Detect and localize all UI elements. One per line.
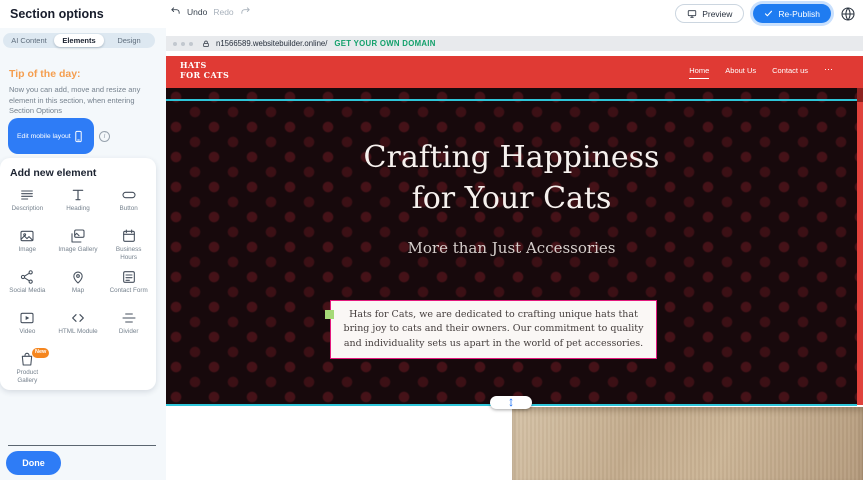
- divider-icon: [121, 310, 137, 326]
- resize-arrows-icon: [506, 397, 516, 408]
- image-icon: [19, 228, 35, 244]
- republish-button-label: Re-Publish: [778, 9, 820, 19]
- lock-icon: [197, 40, 210, 48]
- element-divider[interactable]: Divider: [103, 305, 154, 346]
- element-contact-form[interactable]: Contact Form: [103, 264, 154, 305]
- element-description[interactable]: Description: [2, 182, 53, 223]
- undo-label[interactable]: Undo: [187, 7, 207, 17]
- edit-mobile-layout-button[interactable]: Edit mobile layout: [8, 118, 94, 154]
- edit-mobile-layout-label: Edit mobile layout: [17, 133, 71, 140]
- window-dot-icon: [173, 42, 177, 46]
- new-badge: New: [32, 348, 49, 358]
- language-globe-icon[interactable]: [840, 6, 856, 22]
- site-header: HATS FOR CATS Home About Us Contact us ⋯: [166, 56, 863, 88]
- window-dot-icon: [181, 42, 185, 46]
- video-icon: [19, 310, 35, 326]
- map-pin-icon: [70, 269, 86, 285]
- monitor-icon: [687, 9, 697, 19]
- element-html-module[interactable]: HTML Module: [53, 305, 104, 346]
- nav-about-us[interactable]: About Us: [725, 66, 756, 78]
- tab-design[interactable]: Design: [104, 34, 154, 47]
- html-code-icon: [70, 310, 86, 326]
- add-new-element-panel: Add new element Description Heading Butt…: [0, 158, 156, 390]
- element-business-hours[interactable]: Business Hours: [103, 223, 154, 264]
- element-map[interactable]: Map: [53, 264, 104, 305]
- preview-button-label: Preview: [702, 9, 732, 19]
- phone-icon: [72, 130, 85, 143]
- hero-subtitle[interactable]: More than Just Accessories: [166, 239, 857, 257]
- element-social-media[interactable]: Social Media: [2, 264, 53, 305]
- nav-home[interactable]: Home: [689, 66, 709, 79]
- history-controls: Undo Redo: [170, 6, 251, 17]
- nav-more-icon[interactable]: ⋯: [824, 66, 833, 76]
- info-icon[interactable]: i: [99, 131, 110, 142]
- button-icon: [121, 187, 137, 203]
- hero-paragraph-text: Hats for Cats, we are dedicated to craft…: [344, 309, 644, 349]
- element-image-gallery[interactable]: Image Gallery: [53, 223, 104, 264]
- tip-of-the-day-title: Tip of the day:: [9, 68, 81, 80]
- window-dot-icon: [189, 42, 193, 46]
- topbar-actions: Preview Re-Publish: [675, 4, 856, 23]
- element-grid: Description Heading Button Image Image G…: [0, 182, 156, 387]
- topbar: Section options Undo Redo Preview Re-Pub…: [0, 0, 863, 28]
- element-heading[interactable]: Heading: [53, 182, 104, 223]
- element-image[interactable]: Image: [2, 223, 53, 264]
- preview-button[interactable]: Preview: [675, 4, 744, 23]
- element-video[interactable]: Video: [2, 305, 53, 346]
- page-edge-strip: [857, 88, 863, 405]
- image-gallery-icon: [70, 228, 86, 244]
- business-hours-icon: [121, 228, 137, 244]
- description-icon: [19, 187, 35, 203]
- redo-icon[interactable]: [240, 6, 251, 17]
- site-nav: Home About Us Contact us ⋯: [689, 66, 833, 79]
- site-url[interactable]: n1566589.websitebuilder.online/: [216, 39, 327, 48]
- contact-form-icon: [121, 269, 137, 285]
- site-logo[interactable]: HATS FOR CATS: [180, 61, 230, 80]
- tab-ai-content[interactable]: AI Content: [4, 34, 54, 47]
- tab-elements[interactable]: Elements: [54, 34, 104, 47]
- social-media-icon: [19, 269, 35, 285]
- section-options-sidebar: AI Content Elements Design Tip of the da…: [0, 28, 166, 480]
- tip-of-the-day-body: Now you can add, move and resize any ele…: [9, 85, 152, 117]
- website-builder-app: Section options Undo Redo Preview Re-Pub…: [0, 0, 863, 480]
- get-your-own-domain-link[interactable]: GET YOUR OWN DOMAIN: [334, 39, 435, 48]
- add-new-element-title: Add new element: [0, 158, 156, 182]
- site-preview-canvas: n1566589.websitebuilder.online/ GET YOUR…: [166, 28, 863, 480]
- section-selection-top-line: [166, 99, 857, 101]
- sidebar-divider: [8, 445, 156, 446]
- next-section-image: [512, 407, 863, 480]
- redo-label[interactable]: Redo: [213, 7, 233, 17]
- check-icon: [764, 9, 773, 18]
- section-resize-handle[interactable]: [490, 396, 532, 409]
- element-button[interactable]: Button: [103, 182, 154, 223]
- heading-icon: [70, 187, 86, 203]
- sidebar-tabs: AI Content Elements Design: [3, 33, 155, 48]
- page-title: Section options: [10, 7, 104, 21]
- undo-icon[interactable]: [170, 6, 181, 17]
- hero-section[interactable]: Crafting Happiness for Your Cats More th…: [166, 88, 857, 405]
- nav-contact-us[interactable]: Contact us: [772, 66, 808, 78]
- done-button[interactable]: Done: [6, 451, 61, 475]
- element-product-gallery[interactable]: New Product Gallery: [2, 346, 53, 387]
- browser-chrome-bar: n1566589.websitebuilder.online/ GET YOUR…: [166, 36, 863, 51]
- hero-paragraph-selected[interactable]: Hats for Cats, we are dedicated to craft…: [330, 300, 657, 359]
- hero-title[interactable]: Crafting Happiness for Your Cats: [342, 138, 682, 219]
- element-drag-handle[interactable]: [325, 310, 334, 319]
- republish-button[interactable]: Re-Publish: [753, 4, 831, 23]
